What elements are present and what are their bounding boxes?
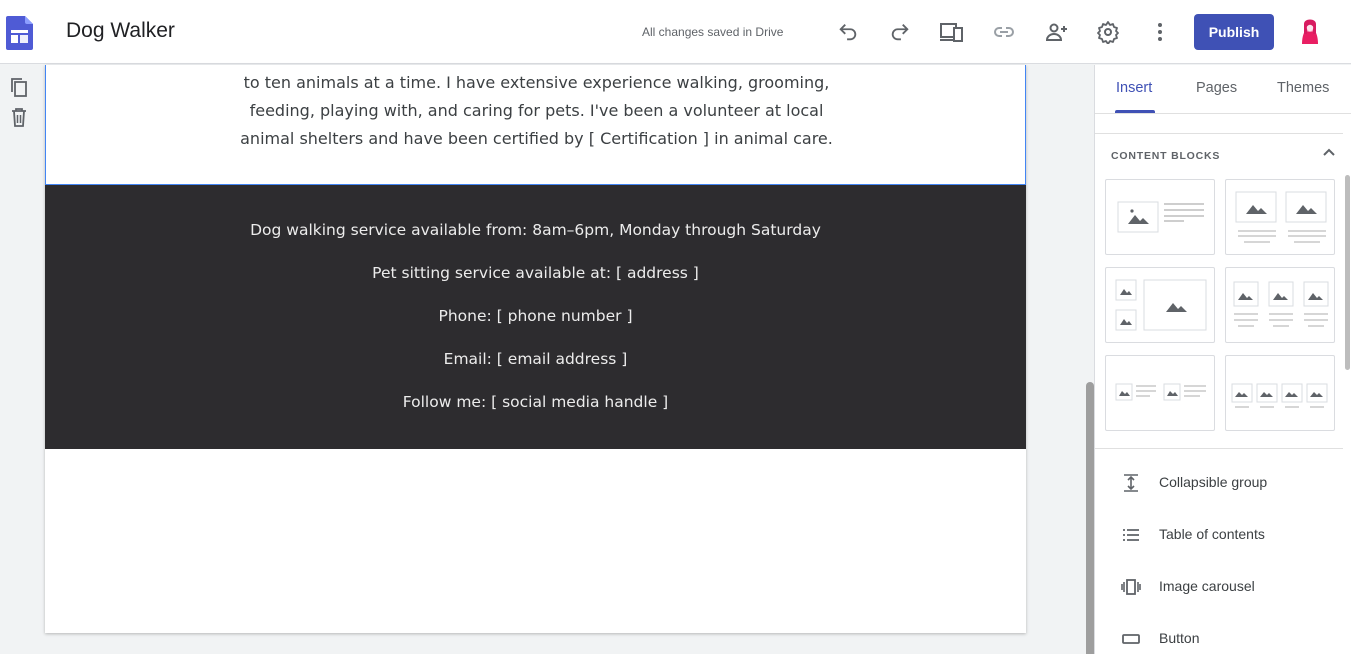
item-label: Collapsible group [1159, 474, 1268, 490]
more-vert-icon[interactable] [1148, 20, 1172, 44]
about-line: feeding, playing with, and caring for pe… [249, 101, 824, 120]
table-of-contents-icon [1123, 529, 1139, 541]
link-icon[interactable] [992, 20, 1016, 44]
content-block-image-text-pair[interactable] [1105, 355, 1215, 431]
email-text: Email: [ email address ] [443, 350, 628, 368]
about-text-section[interactable]: to ten animals at a time. I have extensi… [45, 65, 1026, 185]
chevron-up-icon[interactable] [1321, 145, 1337, 161]
content-block-three-images[interactable] [1225, 267, 1335, 343]
address-text: Pet sitting service available at: [ addr… [372, 264, 699, 282]
content-block-two-images[interactable] [1225, 179, 1335, 255]
top-bar: Dog Walker All changes saved in Drive Pu… [0, 0, 1351, 64]
duplicate-section-icon[interactable] [9, 77, 29, 97]
page-canvas: to ten animals at a time. I have extensi… [45, 65, 1026, 633]
share-add-person-icon[interactable] [1044, 20, 1068, 44]
button-icon [1122, 634, 1140, 644]
site-title[interactable]: Dog Walker [66, 19, 175, 43]
item-label: Button [1159, 630, 1200, 646]
undo-icon[interactable] [836, 20, 860, 44]
insert-image-carousel[interactable]: Image carousel [1095, 567, 1340, 607]
publish-button[interactable]: Publish [1194, 14, 1274, 50]
delete-section-icon[interactable] [9, 107, 29, 127]
availability-text: Dog walking service available from: 8am–… [250, 221, 821, 239]
preview-devices-icon[interactable] [940, 20, 964, 44]
insert-table-of-contents[interactable]: Table of contents [1095, 515, 1340, 555]
about-line: to ten animals at a time. I have extensi… [243, 73, 830, 92]
social-text: Follow me: [ social media handle ] [402, 393, 669, 411]
phone-text: Phone: [ phone number ] [438, 307, 633, 325]
content-block-gallery[interactable] [1105, 267, 1215, 343]
contact-info-section[interactable]: Dog walking service available from: 8am–… [45, 185, 1026, 449]
section-divider [1095, 133, 1343, 134]
panel-scrollbar[interactable] [1345, 175, 1350, 370]
panel-tabs: Insert Pages Themes [1095, 65, 1351, 113]
insert-button[interactable]: Button [1095, 619, 1340, 654]
google-sites-logo-icon[interactable] [6, 16, 33, 50]
content-block-image-text[interactable] [1105, 179, 1215, 255]
blocks-divider [1095, 448, 1343, 449]
about-paragraph[interactable]: to ten animals at a time. I have extensi… [46, 69, 1026, 153]
content-blocks-heading: CONTENT BLOCKS [1111, 150, 1221, 162]
collapsible-group-icon [1124, 474, 1138, 492]
tab-pages[interactable]: Pages [1196, 80, 1237, 96]
item-label: Table of contents [1159, 526, 1265, 542]
save-status: All changes saved in Drive [642, 25, 784, 39]
redo-icon[interactable] [888, 20, 912, 44]
tab-themes[interactable]: Themes [1277, 80, 1329, 96]
avatar[interactable] [1296, 16, 1324, 48]
settings-gear-icon[interactable] [1096, 20, 1120, 44]
canvas-scrollbar[interactable] [1086, 382, 1094, 654]
content-block-four-images[interactable] [1225, 355, 1335, 431]
insert-collapsible-group[interactable]: Collapsible group [1095, 463, 1340, 503]
tab-insert[interactable]: Insert [1116, 80, 1152, 96]
insert-panel: Insert Pages Themes CONTENT BLOCKS Colla… [1094, 65, 1351, 654]
item-label: Image carousel [1159, 578, 1255, 594]
about-line: animal shelters and have been certified … [240, 129, 833, 148]
image-carousel-icon [1121, 579, 1141, 595]
tabs-divider [1095, 113, 1351, 114]
